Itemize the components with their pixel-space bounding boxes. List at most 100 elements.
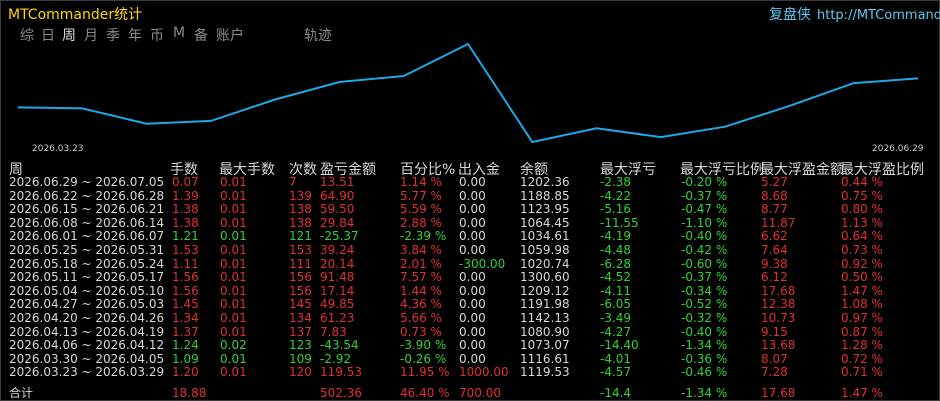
table-row[interactable]: 2026.06.29 ~ 2026.07.05 0.07 0.01 7 13.51 1.1… xyxy=(0,176,940,189)
row-max-float-loss-pct: -0.20 % xyxy=(681,175,728,189)
balance-chart xyxy=(17,42,919,144)
chart-x-end-label: 2026.06.29 xyxy=(872,144,924,154)
row-trades: 153 xyxy=(289,243,312,257)
row-max-float-profit: 7.28 xyxy=(761,365,788,380)
total-pct: 46.40 % xyxy=(400,386,450,400)
row-max-float-profit-pct: 0.73 % xyxy=(841,243,883,257)
tab-magic[interactable]: M xyxy=(173,25,185,41)
row-lots: 1.21 xyxy=(172,229,199,244)
row-lots: 1.53 xyxy=(172,243,199,257)
row-lots: 1.38 xyxy=(172,215,199,230)
row-pnl: -2.92 xyxy=(320,351,352,366)
row-pct: 2.01 % xyxy=(400,256,442,271)
row-max-float-loss: -4.52 xyxy=(600,270,632,285)
row-trades: 109 xyxy=(289,351,312,366)
row-trades: 120 xyxy=(289,365,312,380)
row-period: 2026.04.13 ~ 2026.04.19 xyxy=(9,324,165,339)
table-row[interactable]: 2026.04.06 ~ 2026.04.12 1.24 0.02 123 -43.54… xyxy=(0,339,940,352)
row-trades: 121 xyxy=(289,229,312,244)
row-max-float-profit-pct: 0.71 % xyxy=(841,365,883,380)
row-flow: 0.00 xyxy=(459,338,486,353)
table-row[interactable]: 2026.05.25 ~ 2026.05.31 1.53 0.01 153 39.24 3… xyxy=(0,244,940,257)
table-row[interactable]: 2026.06.01 ~ 2026.06.07 1.21 0.01 121 -25.37… xyxy=(0,230,940,243)
row-period: 2026.04.06 ~ 2026.04.12 xyxy=(9,338,165,353)
row-pnl: 7.83 xyxy=(320,324,347,339)
row-max-float-profit: 17.68 xyxy=(761,283,796,298)
row-period: 2026.05.11 ~ 2026.05.17 xyxy=(9,270,165,285)
row-flow: -300.00 xyxy=(459,256,506,271)
row-max-float-profit: 6.12 xyxy=(761,270,788,285)
row-period: 2026.04.27 ~ 2026.05.03 xyxy=(9,297,165,312)
total-flow: 700.00 xyxy=(459,386,501,400)
total-lots: 18.88 xyxy=(172,386,207,400)
table-row[interactable]: 2026.04.20 ~ 2026.04.26 1.34 0.01 134 61.23 5… xyxy=(0,312,940,325)
row-max-float-loss: -4.11 xyxy=(600,283,632,298)
row-balance: 1188.85 xyxy=(520,188,570,203)
row-max-float-profit: 8.77 xyxy=(761,202,788,217)
row-pct: -0.26 % xyxy=(400,351,447,366)
table-row[interactable]: 2026.03.30 ~ 2026.04.05 1.09 0.01 109 -2.92 -… xyxy=(0,351,940,366)
table-row[interactable]: 2026.04.27 ~ 2026.05.03 1.45 0.01 145 49.85 4… xyxy=(0,298,940,311)
row-flow: 0.00 xyxy=(459,175,486,189)
table-row[interactable]: 2026.05.18 ~ 2026.05.24 1.11 0.01 111 20.14 2… xyxy=(0,256,940,271)
row-balance: 1300.60 xyxy=(520,270,570,285)
row-max-float-loss-pct: -0.60 % xyxy=(681,256,728,271)
table-row[interactable]: 2026.05.04 ~ 2026.05.10 1.56 0.01 156 17.14 1… xyxy=(0,283,940,298)
row-max-float-profit-pct: 0.72 % xyxy=(841,351,883,366)
row-pct: 2.88 % xyxy=(400,215,442,230)
row-max-float-profit: 11.87 xyxy=(761,215,796,230)
table-row[interactable]: 2026.05.11 ~ 2026.05.17 1.56 0.01 156 91.48 7… xyxy=(0,271,940,284)
table-row[interactable]: 2026.04.13 ~ 2026.04.19 1.37 0.01 137 7.83 0.… xyxy=(0,324,940,339)
row-lots: 1.24 xyxy=(172,338,199,353)
row-flow: 0.00 xyxy=(459,215,486,230)
row-pct: 5.66 % xyxy=(400,311,442,325)
app-title: MTCommander统计 xyxy=(8,7,143,23)
row-max-float-profit: 9.15 xyxy=(761,324,788,339)
row-max-float-profit-pct: 1.08 % xyxy=(841,297,883,312)
row-pnl: 64.90 xyxy=(320,188,355,203)
row-flow: 0.00 xyxy=(459,229,486,244)
row-max-float-profit-pct: 0.97 % xyxy=(841,311,883,325)
row-lots: 1.37 xyxy=(172,324,199,339)
brand-link[interactable]: 复盘侠 http://MTCommande xyxy=(769,4,940,24)
table-row[interactable]: 2026.03.23 ~ 2026.03.29 1.20 0.01 120 119.53… xyxy=(0,366,940,379)
row-max-float-loss: -4.27 xyxy=(600,324,632,339)
row-pct: -3.90 % xyxy=(400,338,447,353)
row-max-float-profit: 9.38 xyxy=(761,256,788,271)
row-max-float-loss-pct: -0.52 % xyxy=(681,297,728,312)
row-max-float-profit-pct: 0.50 % xyxy=(841,270,883,285)
row-max-lots: 0.02 xyxy=(220,338,247,353)
row-max-lots: 0.01 xyxy=(220,256,247,271)
total-row: 合计 18.88 502.36 46.40 % 700.00 -14.4 -1.… xyxy=(0,386,940,401)
row-balance: 1202.36 xyxy=(520,175,570,189)
row-pct: 11.95 % xyxy=(400,365,450,380)
row-max-lots: 0.01 xyxy=(220,229,247,244)
row-max-float-loss-pct: -0.34 % xyxy=(681,283,728,298)
row-max-float-loss: -3.49 xyxy=(600,311,632,325)
table-row[interactable]: 2026.06.15 ~ 2026.06.21 1.38 0.01 138 59.50 5… xyxy=(0,203,940,216)
row-period: 2026.06.29 ~ 2026.07.05 xyxy=(9,175,165,189)
row-pct: 5.77 % xyxy=(400,188,442,203)
row-lots: 1.34 xyxy=(172,311,199,325)
row-max-lots: 0.01 xyxy=(220,311,247,325)
row-pnl: 39.24 xyxy=(320,243,355,257)
row-pct: 4.36 % xyxy=(400,297,442,312)
row-lots: 1.09 xyxy=(172,351,199,366)
row-flow: 0.00 xyxy=(459,311,486,325)
row-max-lots: 0.01 xyxy=(220,283,247,298)
row-pct: 5.59 % xyxy=(400,202,442,217)
row-period: 2026.06.01 ~ 2026.06.07 xyxy=(9,229,165,244)
row-balance: 1064.45 xyxy=(520,215,570,230)
row-lots: 1.20 xyxy=(172,365,199,380)
table-row[interactable]: 2026.06.22 ~ 2026.06.28 1.39 0.01 139 64.90 5… xyxy=(0,188,940,203)
row-max-lots: 0.01 xyxy=(220,175,247,189)
row-max-float-loss-pct: -0.40 % xyxy=(681,229,728,244)
row-max-float-profit: 5.27 xyxy=(761,175,788,189)
table-row[interactable]: 2026.06.08 ~ 2026.06.14 1.38 0.01 138 29.84 2… xyxy=(0,215,940,230)
row-flow: 0.00 xyxy=(459,270,486,285)
row-balance: 1080.90 xyxy=(520,324,570,339)
row-max-float-profit: 10.73 xyxy=(761,311,796,325)
row-period: 2026.03.30 ~ 2026.04.05 xyxy=(9,351,165,366)
row-max-float-loss-pct: -0.40 % xyxy=(681,324,728,339)
row-max-float-loss: -2.38 xyxy=(600,175,632,189)
